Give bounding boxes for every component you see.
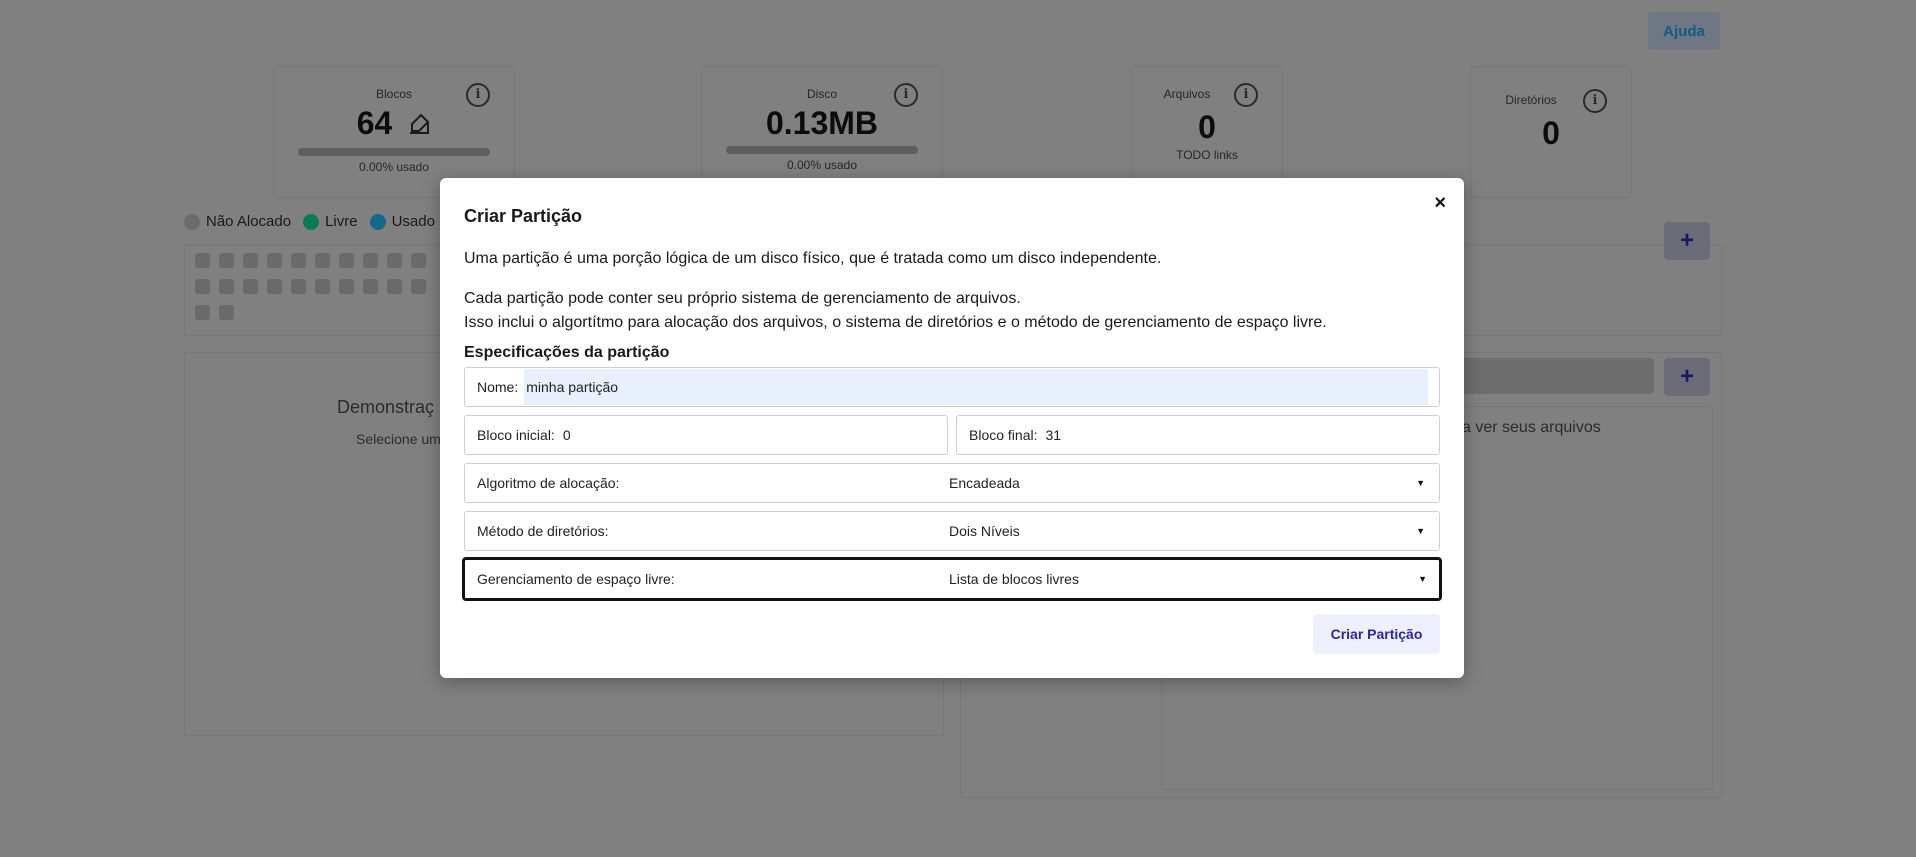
edit-icon[interactable]	[407, 107, 431, 144]
stat-subtext: TODO links	[1176, 148, 1238, 162]
modal-description: Cada partição pode conter seu próprio si…	[464, 290, 1021, 307]
legend-label: Livre	[325, 213, 358, 230]
usage-text: 0.00% usado	[786, 158, 858, 172]
block-cell[interactable]	[243, 253, 258, 268]
name-input[interactable]	[524, 369, 1429, 405]
block-cell[interactable]	[363, 253, 378, 268]
legend-swatch	[369, 213, 386, 230]
create-partition-modal: × Criar Partição Uma partição é uma porç…	[440, 178, 1464, 678]
create-partition-button[interactable]: Criar Partição	[1313, 614, 1440, 654]
caret-down-icon: ▼	[1416, 526, 1425, 536]
block-cell[interactable]	[387, 279, 402, 294]
block-legend: Não Alocado Livre Usado	[184, 213, 463, 230]
block-cell[interactable]	[339, 253, 354, 268]
add-partition-button[interactable]: +	[1664, 222, 1710, 260]
block-cell[interactable]	[339, 279, 354, 294]
field-label: Nome:	[477, 379, 519, 395]
legend-swatch	[303, 213, 320, 230]
start-block-field: Bloco inicial:	[464, 415, 948, 455]
stat-label: Diretórios	[1505, 93, 1557, 107]
help-button[interactable]: Ajuda	[1648, 12, 1720, 50]
modal-description: Isso inclui o algortítmo para alocação d…	[464, 314, 1327, 331]
stat-value: 64	[274, 105, 514, 144]
end-block-field: Bloco final:	[956, 415, 1440, 455]
block-cell[interactable]	[219, 279, 234, 294]
field-label: Algoritmo de alocação:	[477, 475, 620, 491]
usage-bar	[298, 148, 490, 157]
field-label: Bloco inicial:	[477, 427, 555, 443]
field-label: Gerenciamento de espaço livre:	[477, 571, 675, 587]
stat-value-text: 64	[356, 105, 393, 141]
block-cell[interactable]	[219, 305, 234, 320]
field-label: Bloco final:	[969, 427, 1038, 443]
info-icon[interactable]: i	[466, 83, 490, 107]
free-space-select[interactable]: Gerenciamento de espaço livre: Lista de …	[462, 557, 1442, 601]
file-list-placeholder: a ver seus arquivos	[1462, 419, 1601, 436]
name-field: Nome:	[464, 367, 1440, 407]
select-value: Lista de blocos livres	[949, 571, 1079, 587]
block-cell[interactable]	[195, 305, 210, 320]
caret-down-icon: ▼	[1416, 478, 1425, 488]
stat-card-directories: Diretórios 0 i	[1470, 66, 1632, 198]
demo-panel-title: Demonstraç	[337, 397, 435, 417]
stat-value: 0	[1542, 115, 1560, 151]
block-cell[interactable]	[243, 279, 258, 294]
usage-bar	[726, 146, 918, 154]
demo-panel-subtitle: Selecione um	[356, 431, 441, 447]
info-icon[interactable]: i	[894, 83, 918, 107]
block-cell[interactable]	[315, 253, 330, 268]
select-value: Dois Níveis	[949, 523, 1020, 539]
legend-label: Usado	[391, 213, 435, 230]
stat-value: 0	[1198, 109, 1216, 145]
field-label: Método de diretórios:	[477, 523, 609, 539]
stat-value: 0.13MB	[765, 105, 879, 141]
add-file-button[interactable]: +	[1664, 358, 1710, 396]
block-cell[interactable]	[291, 253, 306, 268]
block-cell[interactable]	[387, 253, 402, 268]
start-block-input[interactable]	[554, 416, 931, 454]
allocation-select[interactable]: Algoritmo de alocação: Encadeada ▼	[464, 463, 1440, 503]
close-icon[interactable]: ×	[1434, 192, 1446, 215]
block-cell[interactable]	[195, 279, 210, 294]
block-cell[interactable]	[219, 253, 234, 268]
block-cell[interactable]	[315, 279, 330, 294]
info-icon[interactable]: i	[1583, 89, 1607, 113]
modal-description: Uma partição é uma porção lógica de um d…	[464, 250, 1162, 267]
info-icon[interactable]: i	[1234, 83, 1258, 107]
modal-title: Criar Partição	[464, 206, 583, 226]
stat-label: Arquivos	[1163, 87, 1211, 101]
caret-down-icon: ▼	[1418, 574, 1427, 584]
block-cell[interactable]	[411, 279, 426, 294]
block-cell[interactable]	[267, 279, 282, 294]
section-title: Especificações da partição	[464, 344, 670, 361]
block-cell[interactable]	[291, 279, 306, 294]
block-cell[interactable]	[195, 253, 210, 268]
select-value: Encadeada	[949, 475, 1020, 491]
directory-method-select[interactable]: Método de diretórios: Dois Níveis ▼	[464, 511, 1440, 551]
legend-label: Não Alocado	[206, 213, 292, 230]
block-cell[interactable]	[363, 279, 378, 294]
end-block-input[interactable]	[1037, 416, 1414, 454]
block-cell[interactable]	[411, 253, 426, 268]
usage-text: 0.00% usado	[358, 160, 430, 175]
block-cell[interactable]	[267, 253, 282, 268]
legend-swatch	[184, 213, 200, 230]
